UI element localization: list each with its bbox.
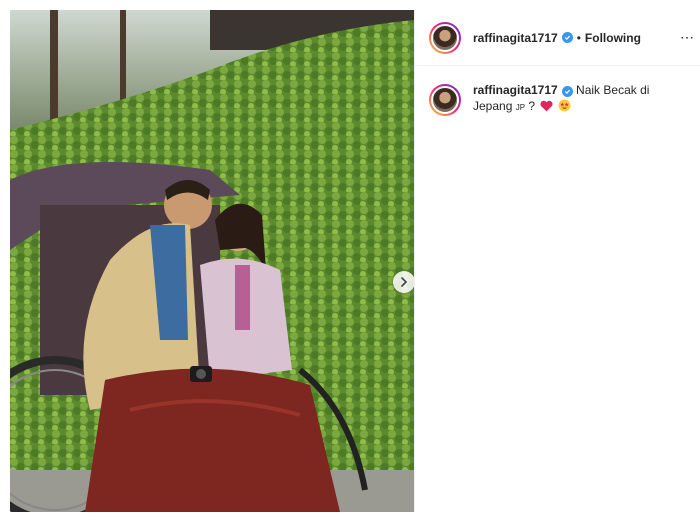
post-image[interactable] <box>10 10 414 512</box>
username-link[interactable]: raffinagita1717 <box>473 31 558 45</box>
photo-illustration <box>10 10 414 512</box>
following-button[interactable]: Following <box>585 31 641 45</box>
chevron-right-icon <box>401 277 408 287</box>
caption-username-link[interactable]: raffinagita1717 <box>473 83 558 97</box>
avatar[interactable] <box>429 84 461 116</box>
caption-question-mark: ? <box>528 99 536 113</box>
caption-row: raffinagita1717 Naik Becak di Jepang JP … <box>415 66 700 116</box>
separator-dot: • <box>576 30 581 45</box>
more-options-icon[interactable]: ⋯ <box>680 29 694 46</box>
jp-flag-text: JP <box>515 103 526 112</box>
verified-badge-icon <box>561 32 573 43</box>
avatar[interactable] <box>429 21 461 54</box>
verified-badge-icon <box>561 86 573 97</box>
caption-text: raffinagita1717 Naik Becak di Jepang JP … <box>473 82 683 116</box>
next-photo-button[interactable] <box>393 271 414 293</box>
post-side-panel: raffinagita1717 • Following ⋯ raffinagit… <box>414 10 700 512</box>
red-heart-emoji <box>540 100 553 112</box>
star-struck-emoji <box>558 99 571 112</box>
post-header: raffinagita1717 • Following ⋯ <box>415 10 700 66</box>
